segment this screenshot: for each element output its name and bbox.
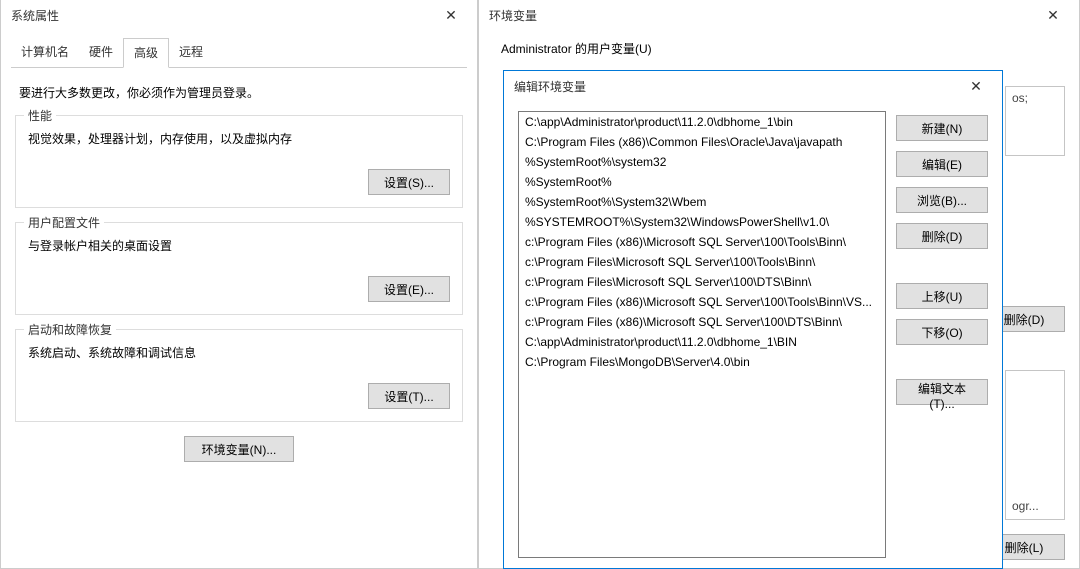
path-entry[interactable]: c:\Program Files (x86)\Microsoft SQL Ser… <box>519 312 885 332</box>
tab-remote[interactable]: 远程 <box>169 38 213 67</box>
user-vars-label: Administrator 的用户变量(U) <box>501 40 1065 57</box>
edit-button[interactable]: 编辑(E) <box>896 151 988 177</box>
edit-environment-variable-dialog: 编辑环境变量 ✕ C:\app\Administrator\product\11… <box>503 70 1003 569</box>
user-vars-list-partial[interactable]: os; <box>1005 86 1065 156</box>
path-entry[interactable]: %SystemRoot%\System32\Wbem <box>519 192 885 212</box>
path-entry[interactable]: c:\Program Files\Microsoft SQL Server\10… <box>519 252 885 272</box>
path-edit-input[interactable] <box>519 352 885 372</box>
path-entry[interactable]: %SystemRoot%\system32 <box>519 152 885 172</box>
admin-hint: 要进行大多数更改，你必须作为管理员登录。 <box>19 84 459 101</box>
delete-button[interactable]: 删除(D) <box>896 223 988 249</box>
startup-settings-button[interactable]: 设置(T)... <box>368 383 450 409</box>
sysprops-tab-body: 要进行大多数更改，你必须作为管理员登录。 性能 视觉效果，处理器计划，内存使用，… <box>1 68 477 470</box>
editenv-side-buttons: 新建(N) 编辑(E) 浏览(B)... 删除(D) 上移(U) 下移(O) 编… <box>896 111 988 558</box>
user-var-snippet: os; <box>1012 91 1058 105</box>
editenv-titlebar: 编辑环境变量 ✕ <box>504 71 1002 101</box>
path-entry-editing[interactable] <box>519 352 885 372</box>
system-properties-window: 系统属性 ✕ 计算机名 硬件 高级 远程 要进行大多数更改，你必须作为管理员登录… <box>0 0 478 569</box>
performance-group: 性能 视觉效果，处理器计划，内存使用，以及虚拟内存 设置(S)... <box>15 115 463 208</box>
close-icon[interactable]: ✕ <box>1033 1 1073 29</box>
close-icon[interactable]: ✕ <box>956 72 996 100</box>
userprofile-desc: 与登录帐户相关的桌面设置 <box>28 237 450 254</box>
close-icon[interactable]: ✕ <box>431 1 471 29</box>
sysprops-titlebar: 系统属性 ✕ <box>1 0 477 30</box>
path-entry[interactable]: c:\Program Files\Microsoft SQL Server\10… <box>519 272 885 292</box>
new-button[interactable]: 新建(N) <box>896 115 988 141</box>
tab-computer-name[interactable]: 计算机名 <box>11 38 79 67</box>
performance-legend: 性能 <box>24 107 56 124</box>
envvars-title: 环境变量 <box>489 7 537 24</box>
sysprops-title: 系统属性 <box>11 7 59 24</box>
path-entry[interactable]: %SystemRoot% <box>519 172 885 192</box>
editenv-body: C:\app\Administrator\product\11.2.0\dbho… <box>504 101 1002 568</box>
startup-group: 启动和故障恢复 系统启动、系统故障和调试信息 设置(T)... <box>15 329 463 422</box>
system-vars-list-partial[interactable]: ogr... <box>1005 370 1065 520</box>
startup-desc: 系统启动、系统故障和调试信息 <box>28 344 450 361</box>
sysprops-tabs: 计算机名 硬件 高级 远程 <box>11 38 467 68</box>
path-entry[interactable]: %SYSTEMROOT%\System32\WindowsPowerShell\… <box>519 212 885 232</box>
userprofile-settings-button[interactable]: 设置(E)... <box>368 276 450 302</box>
edit-text-button[interactable]: 编辑文本(T)... <box>896 379 988 405</box>
path-entry[interactable]: c:\Program Files (x86)\Microsoft SQL Ser… <box>519 232 885 252</box>
userprofile-group: 用户配置文件 与登录帐户相关的桌面设置 设置(E)... <box>15 222 463 315</box>
path-entry[interactable]: C:\app\Administrator\product\11.2.0\dbho… <box>519 332 885 352</box>
system-var-snippet: ogr... <box>1012 499 1039 513</box>
path-entry[interactable]: C:\Program Files (x86)\Common Files\Orac… <box>519 132 885 152</box>
move-down-button[interactable]: 下移(O) <box>896 319 988 345</box>
environment-variables-button[interactable]: 环境变量(N)... <box>184 436 294 462</box>
browse-button[interactable]: 浏览(B)... <box>896 187 988 213</box>
move-up-button[interactable]: 上移(U) <box>896 283 988 309</box>
performance-desc: 视觉效果，处理器计划，内存使用，以及虚拟内存 <box>28 130 450 147</box>
path-entries-list[interactable]: C:\app\Administrator\product\11.2.0\dbho… <box>518 111 886 558</box>
tab-advanced[interactable]: 高级 <box>123 38 169 68</box>
userprofile-legend: 用户配置文件 <box>24 214 104 231</box>
envvars-titlebar: 环境变量 ✕ <box>479 0 1079 30</box>
performance-settings-button[interactable]: 设置(S)... <box>368 169 450 195</box>
startup-legend: 启动和故障恢复 <box>24 321 116 338</box>
path-entry[interactable]: c:\Program Files (x86)\Microsoft SQL Ser… <box>519 292 885 312</box>
path-entry[interactable]: C:\app\Administrator\product\11.2.0\dbho… <box>519 112 885 132</box>
tab-hardware[interactable]: 硬件 <box>79 38 123 67</box>
editenv-title: 编辑环境变量 <box>514 78 586 95</box>
